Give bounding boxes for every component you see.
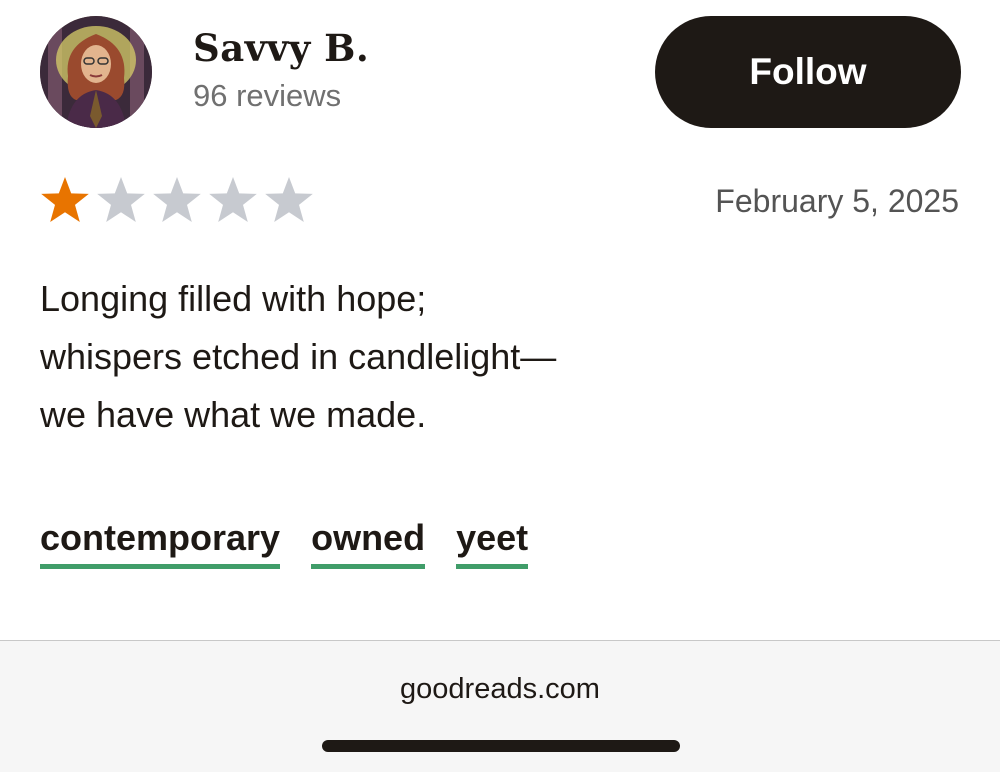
avatar[interactable] xyxy=(40,16,152,128)
review-count[interactable]: 96 reviews xyxy=(193,78,341,114)
review-date: February 5, 2025 xyxy=(715,183,959,219)
star-empty-icon[interactable] xyxy=(264,176,314,224)
shelf-tags: contemporary owned yeet xyxy=(40,516,529,569)
star-filled-icon[interactable] xyxy=(40,176,90,224)
star-rating xyxy=(40,176,314,224)
browser-address-bar[interactable] xyxy=(0,641,1000,772)
review-line: Longing filled with hope; xyxy=(40,278,427,319)
star-empty-icon[interactable] xyxy=(96,176,146,224)
shelf-tag-yeet[interactable]: yeet xyxy=(456,516,529,569)
follow-button[interactable]: Follow xyxy=(655,16,961,128)
review-line: we have what we made. xyxy=(40,394,427,435)
home-indicator[interactable] xyxy=(322,740,680,752)
star-empty-icon[interactable] xyxy=(208,176,258,224)
shelf-tag-contemporary[interactable]: contemporary xyxy=(40,516,281,569)
review-text: Longing filled with hope; whispers etche… xyxy=(40,270,556,444)
reviewer-name[interactable]: Savvy B. xyxy=(193,26,369,70)
star-empty-icon[interactable] xyxy=(152,176,202,224)
site-url[interactable]: goodreads.com xyxy=(0,673,1000,706)
shelf-tag-owned[interactable]: owned xyxy=(311,516,426,569)
review-line: whispers etched in candlelight— xyxy=(40,336,557,377)
review-card: Savvy B. 96 reviews Follow February 5, 2… xyxy=(0,0,1000,772)
avatar-portrait-image xyxy=(40,16,152,128)
